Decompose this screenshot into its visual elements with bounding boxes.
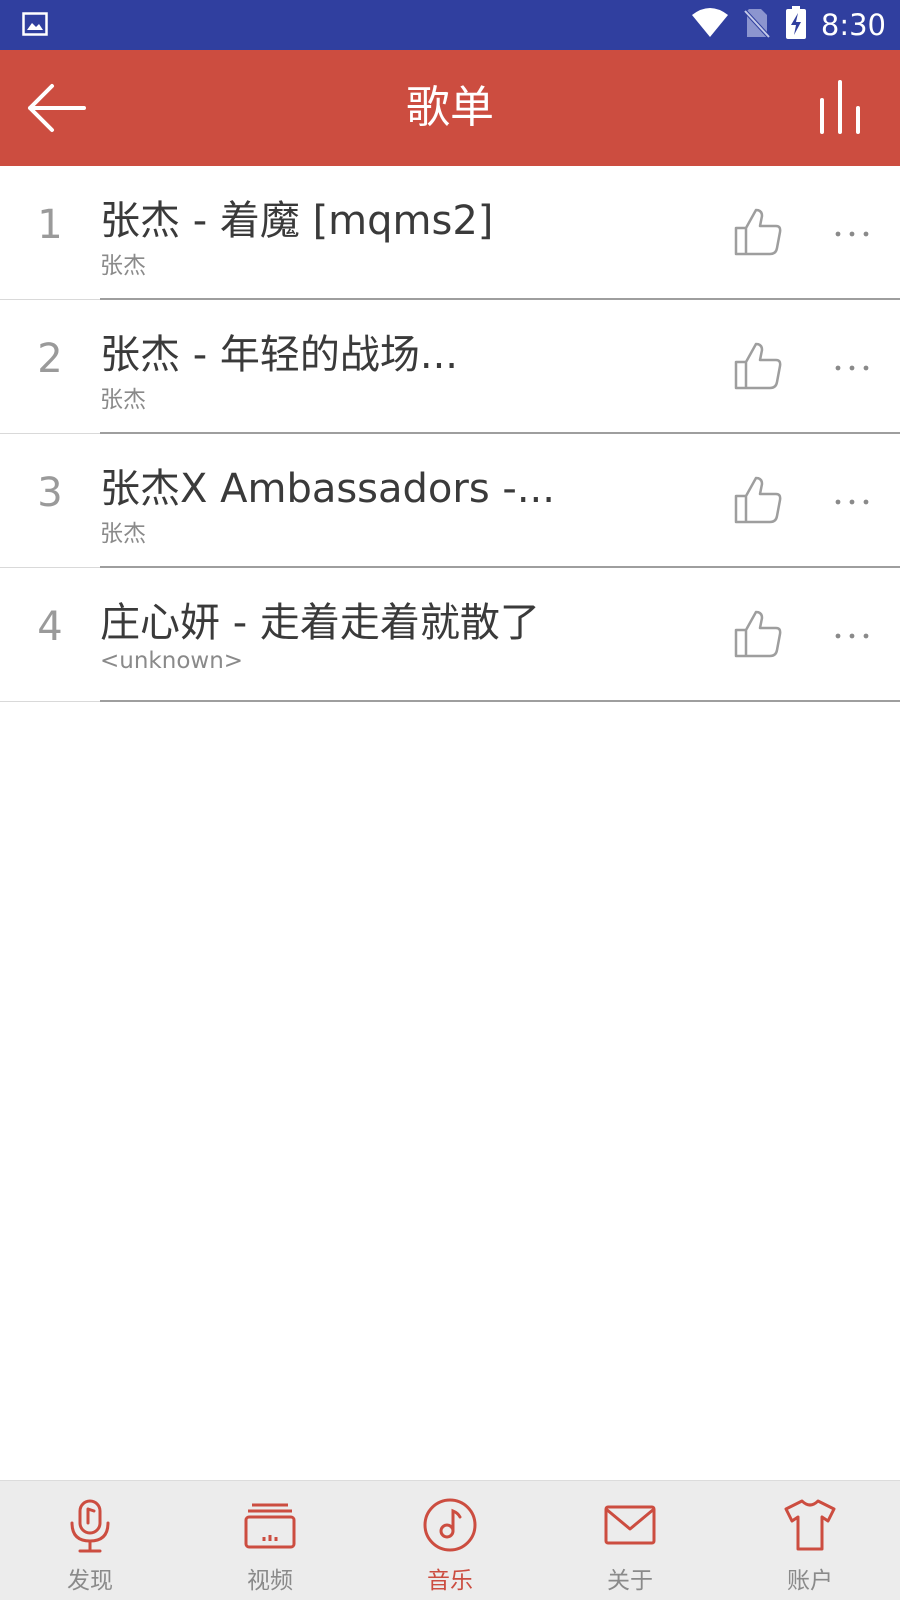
nav-label: 视频 bbox=[247, 1568, 293, 1594]
nav-label: 账户 bbox=[787, 1568, 833, 1594]
more-options-icon[interactable] bbox=[832, 624, 872, 648]
music-icon bbox=[420, 1495, 480, 1555]
song-artist: 张杰 bbox=[100, 387, 146, 413]
nav-item-discover[interactable]: 发现 bbox=[0, 1481, 180, 1600]
nav-label: 发现 bbox=[67, 1568, 113, 1594]
thumbs-up-icon[interactable] bbox=[732, 474, 784, 526]
song-title: 张杰X Ambassadors -... bbox=[100, 466, 555, 512]
song-row[interactable]: 4 庄心妍 - 走着走着就散了 <unknown> bbox=[0, 568, 900, 702]
song-index: 4 bbox=[37, 604, 63, 650]
mail-icon bbox=[600, 1495, 660, 1555]
shirt-icon bbox=[780, 1495, 840, 1555]
thumbs-up-icon[interactable] bbox=[732, 206, 784, 258]
equalizer-icon[interactable] bbox=[814, 78, 870, 138]
wifi-icon bbox=[691, 7, 729, 43]
image-notification-icon bbox=[22, 12, 48, 40]
page-title: 歌单 bbox=[406, 82, 494, 133]
song-row[interactable]: 1 张杰 - 着魔 [mqms2] 张杰 bbox=[0, 166, 900, 300]
more-options-icon[interactable] bbox=[832, 222, 872, 246]
song-artist: <unknown> bbox=[100, 648, 244, 674]
song-artist: 张杰 bbox=[100, 521, 146, 547]
song-artist: 张杰 bbox=[100, 253, 146, 279]
nav-label: 音乐 bbox=[427, 1568, 473, 1594]
no-sim-icon bbox=[743, 7, 771, 43]
microphone-icon bbox=[60, 1495, 120, 1555]
status-time: 8:30 bbox=[820, 8, 886, 42]
song-row[interactable]: 2 张杰 - 年轻的战场... 张杰 bbox=[0, 300, 900, 434]
song-index: 3 bbox=[37, 470, 63, 516]
video-icon bbox=[240, 1495, 300, 1555]
thumbs-up-icon[interactable] bbox=[732, 608, 784, 660]
song-title: 张杰 - 着魔 [mqms2] bbox=[100, 198, 494, 244]
bottom-navigation: 发现 视频 音乐 关于 账户 bbox=[0, 1480, 900, 1600]
song-title: 张杰 - 年轻的战场... bbox=[100, 332, 459, 378]
nav-item-about[interactable]: 关于 bbox=[540, 1481, 720, 1600]
battery-charging-icon bbox=[785, 6, 807, 44]
song-index: 1 bbox=[37, 202, 63, 248]
status-icons: 8:30 bbox=[691, 0, 886, 50]
more-options-icon[interactable] bbox=[832, 356, 872, 380]
row-divider bbox=[100, 700, 900, 702]
status-bar: 8:30 bbox=[0, 0, 900, 50]
nav-item-music[interactable]: 音乐 bbox=[360, 1481, 540, 1600]
song-title: 庄心妍 - 走着走着就散了 bbox=[100, 600, 540, 646]
song-row[interactable]: 3 张杰X Ambassadors -... 张杰 bbox=[0, 434, 900, 568]
song-list: 1 张杰 - 着魔 [mqms2] 张杰 2 张杰 - 年轻的战场... 张杰 … bbox=[0, 166, 900, 702]
nav-item-video[interactable]: 视频 bbox=[180, 1481, 360, 1600]
song-index: 2 bbox=[37, 336, 63, 382]
more-options-icon[interactable] bbox=[832, 490, 872, 514]
app-bar: 歌单 bbox=[0, 50, 900, 166]
thumbs-up-icon[interactable] bbox=[732, 340, 784, 392]
nav-item-account[interactable]: 账户 bbox=[720, 1481, 900, 1600]
nav-label: 关于 bbox=[607, 1568, 653, 1594]
